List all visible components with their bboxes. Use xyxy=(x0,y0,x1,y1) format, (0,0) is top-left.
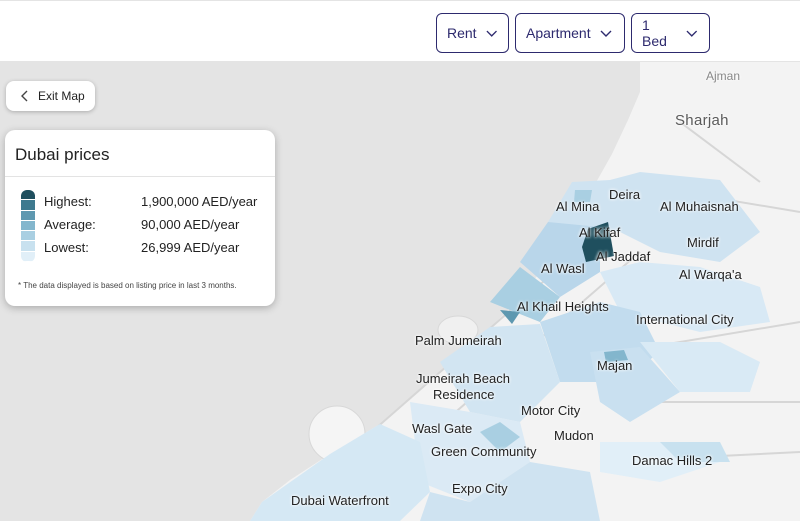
listing-type-dropdown[interactable]: Rent xyxy=(436,13,509,53)
place-label-expo-city: Expo City xyxy=(452,481,508,496)
place-label-mirdif: Mirdif xyxy=(687,235,719,250)
place-label-residence: Residence xyxy=(433,387,495,402)
place-label-green-community: Green Community xyxy=(431,444,537,459)
average-value: 90,000 AED/year xyxy=(141,217,240,232)
scale-swatch xyxy=(21,220,35,232)
chevron-down-icon xyxy=(686,30,698,37)
place-label-al-muhaisnah: Al Muhaisnah xyxy=(660,199,739,214)
place-label-al-warqaa: Al Warqa'a xyxy=(679,267,742,282)
legend-divider xyxy=(5,176,275,177)
scale-swatch xyxy=(21,210,35,221)
bedrooms-dropdown[interactable]: 1 Bed xyxy=(631,13,710,53)
chevron-down-icon xyxy=(600,30,612,37)
legend-row-average: Average: 90,000 AED/year xyxy=(44,217,239,232)
highest-value: 1,900,000 AED/year xyxy=(141,194,258,209)
exit-map-label: Exit Map xyxy=(38,89,85,103)
lowest-value: 26,999 AED/year xyxy=(141,240,240,255)
place-label-deira: Deira xyxy=(609,187,641,202)
bedrooms-label: 1 Bed xyxy=(642,17,667,49)
price-districts xyxy=(250,172,770,521)
place-label-mudon: Mudon xyxy=(554,428,594,443)
place-label-al-jaddaf: Al Jaddaf xyxy=(596,249,651,264)
highest-label: Highest: xyxy=(44,194,92,209)
legend-title: Dubai prices xyxy=(15,145,110,164)
scale-swatch xyxy=(21,251,35,262)
scale-swatch xyxy=(21,231,35,242)
place-label-motor-city: Motor City xyxy=(521,403,581,418)
exit-map-button[interactable]: Exit Map xyxy=(6,81,95,111)
place-label-jumeirah-beach: Jumeirah Beach xyxy=(416,371,510,386)
chevron-down-icon xyxy=(486,30,497,37)
legend-row-highest: Highest: 1,900,000 AED/year xyxy=(44,194,257,209)
place-label-wasl-gate: Wasl Gate xyxy=(412,421,473,436)
place-label-al-mina: Al Mina xyxy=(556,199,600,214)
legend-row-lowest: Lowest: 26,999 AED/year xyxy=(44,240,239,255)
place-label-damac-hills-2: Damac Hills 2 xyxy=(632,453,713,468)
place-label-sharjah: Sharjah xyxy=(675,112,729,129)
place-label-ajman: Ajman xyxy=(706,69,741,83)
place-label-al-kifaf: Al Kifaf xyxy=(579,225,621,240)
scale-swatch xyxy=(21,200,35,211)
chevron-left-icon xyxy=(21,90,28,102)
place-label-international-city: International City xyxy=(636,312,734,327)
place-label-dubai-waterfront: Dubai Waterfront xyxy=(291,493,389,508)
scale-swatch xyxy=(21,241,35,252)
place-label-al-wasl: Al Wasl xyxy=(541,261,585,276)
listing-type-label: Rent xyxy=(447,25,477,41)
place-label-majan: Majan xyxy=(597,358,633,373)
price-color-scale xyxy=(21,190,35,262)
average-label: Average: xyxy=(44,217,96,232)
place-label-palm-jumeirah: Palm Jumeirah xyxy=(415,333,502,348)
place-label-al-khail-heights: Al Khail Heights xyxy=(517,299,609,314)
lowest-label: Lowest: xyxy=(44,240,89,255)
legend-footnote: * The data displayed is based on listing… xyxy=(18,281,237,290)
property-type-label: Apartment xyxy=(526,25,591,41)
price-legend-card: Dubai prices Highest: 1,900,000 AED/year… xyxy=(5,130,275,306)
property-type-dropdown[interactable]: Apartment xyxy=(515,13,625,53)
filter-bar: Rent Apartment 1 Bed xyxy=(0,0,800,62)
scale-swatch xyxy=(21,190,35,201)
